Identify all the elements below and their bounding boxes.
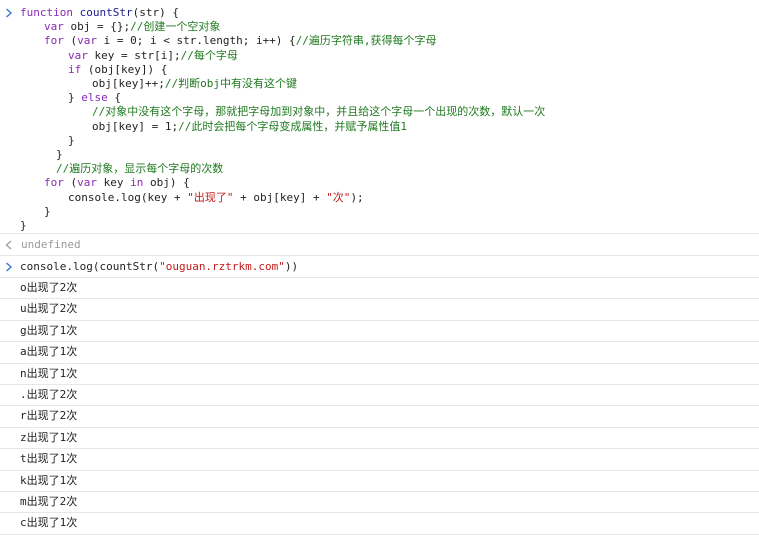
code-function-name: countStr — [72, 6, 133, 19]
code-text: obj[key] = 1; — [92, 119, 179, 133]
code-text: console.log(countStr( — [20, 260, 160, 273]
code-text: key — [97, 176, 131, 190]
code-string: "次" — [326, 190, 351, 204]
code-keyword: for — [44, 34, 64, 48]
chevron-right-icon — [5, 8, 14, 18]
code-text: { — [107, 91, 121, 105]
log-output-text: m出现了2次 — [20, 494, 78, 508]
code-text: )) — [284, 260, 299, 273]
code-text: } — [56, 148, 63, 161]
code-keyword: in — [130, 176, 144, 190]
log-output-row: .出现了2次 — [0, 385, 759, 407]
log-output-list: o出现了2次 u出现了2次 g出现了1次 a出现了1次 n出现了1次 .出现了2次 r出现了… — [0, 278, 759, 535]
code-text: (str) { — [132, 6, 179, 19]
code-text: (obj[key]) { — [81, 62, 168, 76]
input-command: console.log(countStr("ouguan.rztrkm.com"… — [20, 260, 298, 274]
code-text: ( — [63, 176, 78, 190]
log-output-text: .出现了2次 — [20, 387, 78, 401]
code-comment: //判断obj中有没有这个键 — [164, 77, 297, 90]
code-text: console.log(key + — [68, 190, 188, 204]
code-text: } — [20, 219, 27, 232]
log-output-text: n出现了1次 — [20, 366, 78, 380]
result-undefined: undefined — [21, 238, 81, 251]
code-line: console.log(key + "出现了" + obj[key] + "次"… — [68, 191, 364, 205]
code-keyword: var — [44, 20, 64, 34]
console-result-entry: undefined — [0, 234, 759, 256]
chevron-right-icon — [5, 262, 14, 272]
log-output-row: o出现了2次 — [0, 278, 759, 300]
code-line: var obj = {};//创建一个空对象 — [44, 20, 220, 34]
code-line: for (var i = 0; i < str.length; i++) {//… — [44, 34, 437, 48]
code-line: function countStr(str) { — [20, 6, 179, 20]
log-output-text: o出现了2次 — [20, 281, 78, 294]
code-text: } — [68, 133, 75, 147]
code-keyword: var — [68, 48, 88, 62]
log-output-text: a出现了1次 — [20, 345, 78, 359]
code-text: obj) { — [143, 176, 190, 190]
log-output-row: n出现了1次 — [0, 364, 759, 385]
code-keyword: var — [77, 34, 97, 48]
log-output-row: k出现了1次 — [0, 471, 759, 492]
code-string: "ouguan.rztrkm.com" — [159, 260, 285, 273]
code-keyword: for — [44, 176, 64, 190]
code-keyword: var — [77, 176, 97, 190]
log-output-text: z出现了1次 — [20, 430, 78, 444]
code-comment: //此时会把每个字母变成属性，并赋予属性值1 — [178, 119, 407, 133]
code-text: obj = {}; — [63, 20, 131, 34]
code-keyword: if — [68, 62, 82, 76]
log-output-row: t出现了1次 — [0, 449, 759, 471]
code-line: for (var key in obj) { — [44, 176, 190, 190]
code-text: + obj[key] + — [233, 190, 327, 204]
code-comment: //对象中没有这个字母，那就把字母加到对象中，并且给这个字母一个出现的次数，默认… — [92, 105, 546, 119]
code-comment: //每个字母 — [180, 48, 238, 62]
code-comment: //创建一个空对象 — [130, 20, 221, 34]
log-output-text: u出现了2次 — [20, 302, 78, 316]
chevron-left-icon — [5, 240, 14, 250]
code-line: } — [68, 134, 75, 148]
log-output-row: z出现了1次 — [0, 428, 759, 450]
log-output-row: u出现了2次 — [0, 299, 759, 321]
code-line: //对象中没有这个字母，那就把字母加到对象中，并且给这个字母一个出现的次数，默认… — [92, 105, 545, 119]
log-output-row: c出现了1次 — [0, 513, 759, 535]
code-keyword: function — [20, 6, 73, 19]
code-keyword: else — [81, 91, 108, 105]
code-line: } — [20, 219, 27, 233]
code-string: "出现了" — [187, 190, 234, 204]
code-line: //遍历对象，显示每个字母的次数 — [56, 162, 223, 176]
code-line: obj[key] = 1;//此时会把每个字母变成属性，并赋予属性值1 — [92, 120, 407, 134]
log-output-text: r出现了2次 — [20, 409, 78, 423]
log-output-text: k出现了1次 — [20, 473, 78, 487]
code-line: } — [44, 205, 51, 219]
log-output-text: g出现了1次 — [20, 323, 78, 337]
log-output-row: g出现了1次 — [0, 321, 759, 343]
code-text: i = 0; i < str.length; i++) { — [97, 34, 296, 48]
code-line: var key = str[i];//每个字母 — [68, 49, 238, 63]
console-input-entry[interactable]: console.log(countStr("ouguan.rztrkm.com"… — [0, 256, 759, 278]
devtools-console: function countStr(str) {var obj = {};//创… — [0, 0, 759, 536]
code-line: } — [56, 148, 63, 162]
log-output-row: a出现了1次 — [0, 342, 759, 364]
console-input-entry[interactable]: function countStr(str) {var obj = {};//创… — [0, 0, 759, 234]
code-text: ( — [63, 34, 78, 48]
code-text: } — [44, 204, 51, 218]
code-comment: //遍历字符串,获得每个字母 — [295, 34, 437, 48]
log-output-text: t出现了1次 — [20, 452, 78, 466]
log-output-row: r出现了2次 — [0, 406, 759, 428]
code-line: if (obj[key]) { — [68, 63, 167, 77]
code-line: obj[key]++;//判断obj中有没有这个键 — [92, 77, 297, 91]
code-text: obj[key]++; — [92, 77, 165, 90]
code-comment: //遍历对象，显示每个字母的次数 — [56, 162, 224, 176]
code-line: } else { — [68, 91, 121, 105]
code-text: ); — [350, 190, 364, 204]
code-text: } — [68, 91, 82, 105]
log-output-text: c出现了1次 — [20, 516, 78, 530]
code-text: key = str[i]; — [87, 48, 181, 62]
log-output-row: m出现了2次 — [0, 492, 759, 514]
